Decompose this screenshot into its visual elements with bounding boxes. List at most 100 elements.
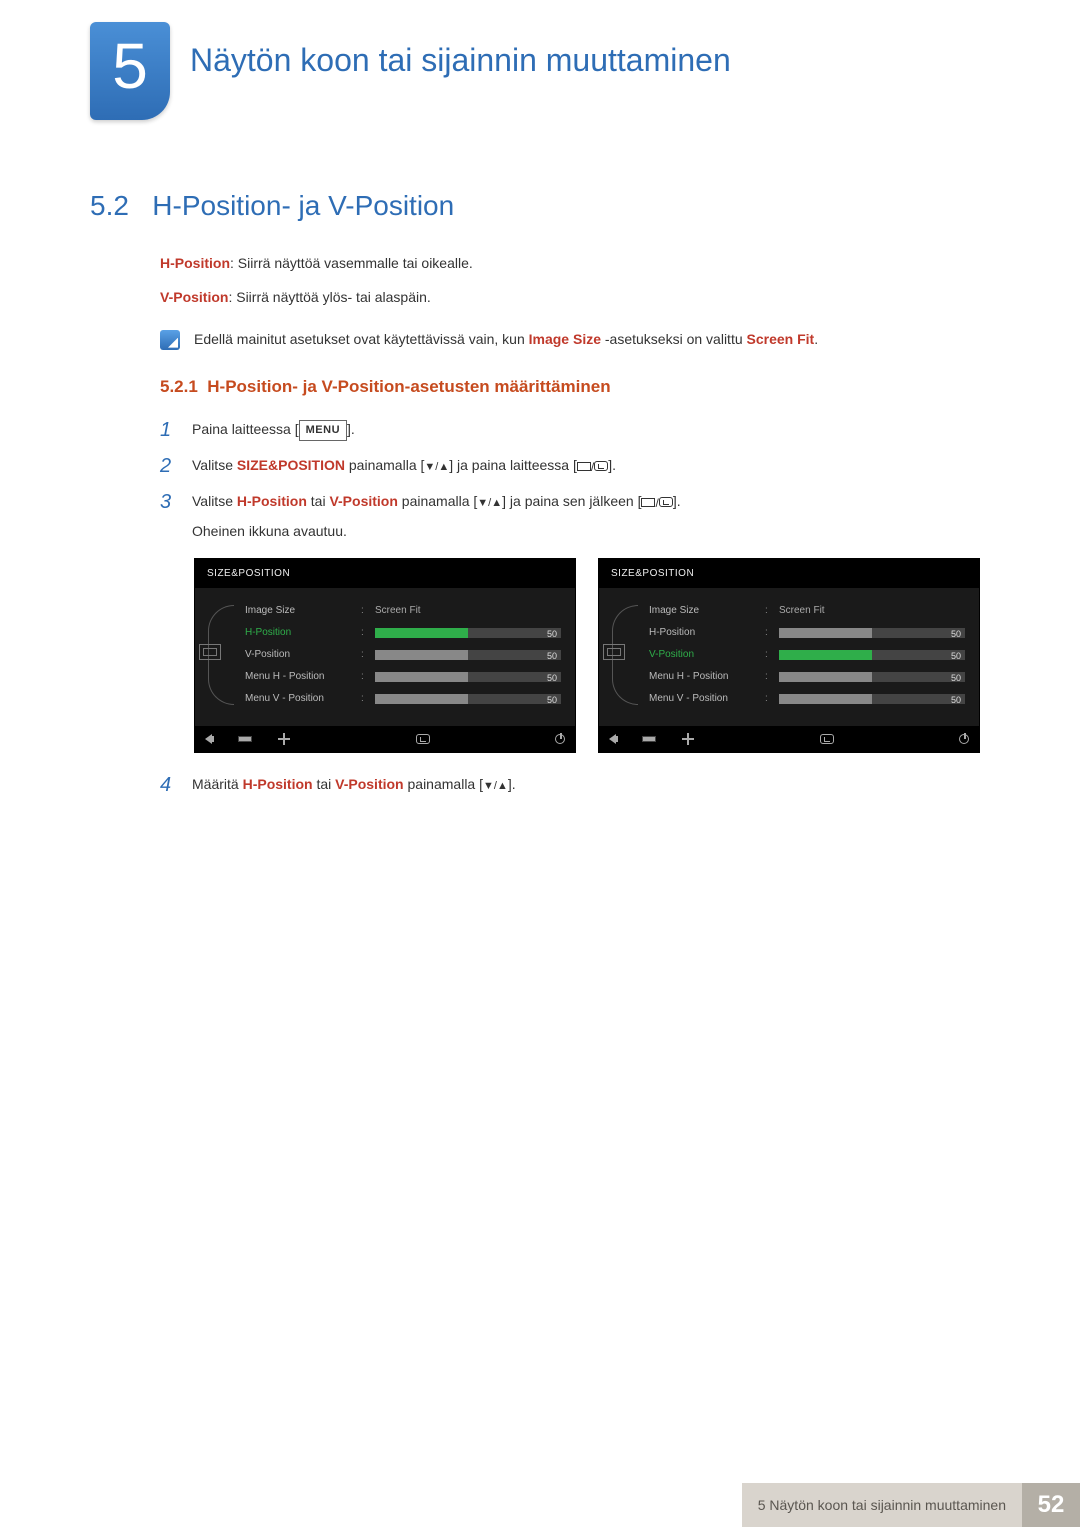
step-number: 1 xyxy=(160,418,178,442)
osd-colon: : xyxy=(765,690,773,707)
step3-mid2: ] ja paina sen jälkeen [ xyxy=(502,493,641,509)
page: 5 Näytön koon tai sijainnin muuttaminen … xyxy=(0,0,1080,1527)
step2-mid: painamalla [ xyxy=(345,457,424,473)
step2-mid2: ] ja paina laitteessa [ xyxy=(449,457,577,473)
osd-item-label: Image Size xyxy=(245,602,355,619)
osd-title: SIZE&POSITION xyxy=(599,559,979,588)
minus-icon[interactable] xyxy=(238,736,252,742)
note-text: Edellä mainitut asetukset ovat käytettäv… xyxy=(194,328,818,352)
osd-section-icon xyxy=(603,644,625,660)
osd-item-label: Menu H - Position xyxy=(649,668,759,685)
osd-menu-item[interactable]: H-Position:50 xyxy=(649,622,965,644)
osd-colon: : xyxy=(765,624,773,641)
section-number: 5.2 xyxy=(90,190,129,221)
step2-size-position: SIZE&POSITION xyxy=(237,457,345,473)
osd-colon: : xyxy=(765,646,773,663)
section-heading: 5.2 H-Position- ja V-Position xyxy=(90,190,454,222)
step-2: 2 Valitse SIZE&POSITION painamalla [▼/▲]… xyxy=(160,454,980,478)
step3-hposition: H-Position xyxy=(237,493,307,509)
osd-colon: : xyxy=(361,668,369,685)
osd-colon: : xyxy=(361,690,369,707)
step1-pre: Paina laitteessa [ xyxy=(192,421,299,437)
osd-item-label: V-Position xyxy=(649,646,759,663)
osd-slider-value: 50 xyxy=(951,627,961,642)
step3-post: ]. xyxy=(673,493,681,509)
hposition-definition: H-Position: Siirrä näyttöä vasemmalle ta… xyxy=(160,252,980,276)
osd-footer xyxy=(195,726,575,752)
osd-slider[interactable]: 50 xyxy=(779,628,965,638)
step1-post: ]. xyxy=(347,421,355,437)
osd-slider[interactable]: 50 xyxy=(375,650,561,660)
step2-post: ]. xyxy=(608,457,616,473)
subsection-heading: 5.2.1 H-Position- ja V-Position-asetuste… xyxy=(160,373,980,402)
osd-slider[interactable]: 50 xyxy=(779,650,965,660)
step-body: Paina laitteessa [MENU]. xyxy=(192,418,980,442)
osd-menu-item[interactable]: Menu H - Position:50 xyxy=(245,666,561,688)
note-post: . xyxy=(814,331,818,347)
step-body: Valitse H-Position tai V-Position painam… xyxy=(192,490,980,544)
step4-mid: painamalla [ xyxy=(404,776,483,792)
back-icon[interactable] xyxy=(609,734,616,744)
footer-page-number: 52 xyxy=(1022,1483,1080,1527)
osd-item-label: Menu H - Position xyxy=(245,668,355,685)
osd-menu-item[interactable]: H-Position:50 xyxy=(245,622,561,644)
osd-slider-value: 50 xyxy=(951,649,961,664)
power-icon[interactable] xyxy=(555,734,565,744)
source-icon[interactable] xyxy=(820,734,834,744)
back-icon[interactable] xyxy=(205,734,212,744)
osd-item-label: Image Size xyxy=(649,602,759,619)
step-number: 2 xyxy=(160,454,178,478)
osd-section-icon xyxy=(199,644,221,660)
minus-icon[interactable] xyxy=(642,736,656,742)
osd-slider[interactable]: 50 xyxy=(375,694,561,704)
osd-menu-item[interactable]: V-Position:50 xyxy=(245,644,561,666)
step4-or: tai xyxy=(313,776,336,792)
osd-menu-item[interactable]: Menu V - Position:50 xyxy=(245,688,561,710)
chapter-title: Näytön koon tai sijainnin muuttaminen xyxy=(190,42,731,79)
step3-vposition: V-Position xyxy=(329,493,397,509)
osd-right-panel: SIZE&POSITIONImage Size:Screen FitH-Posi… xyxy=(598,558,980,753)
osd-menu-item[interactable]: Image Size:Screen Fit xyxy=(649,600,965,622)
step2-pre: Valitse xyxy=(192,457,237,473)
osd-slider[interactable]: 50 xyxy=(375,672,561,682)
osd-slider-value: 50 xyxy=(951,671,961,686)
power-icon[interactable] xyxy=(959,734,969,744)
osd-title: SIZE&POSITION xyxy=(195,559,575,588)
osd-slider[interactable]: 50 xyxy=(779,672,965,682)
note-icon xyxy=(160,330,180,350)
osd-colon: : xyxy=(361,646,369,663)
osd-item-label: V-Position xyxy=(245,646,355,663)
plus-icon[interactable] xyxy=(278,733,290,745)
subsection-title: H-Position- ja V-Position-asetusten määr… xyxy=(207,377,610,396)
step-number: 3 xyxy=(160,490,178,514)
step3-or: tai xyxy=(307,493,330,509)
osd-slider-value: 50 xyxy=(951,693,961,708)
down-up-arrows-icon: ▼/▲ xyxy=(477,494,502,513)
osd-colon: : xyxy=(361,602,369,619)
osd-item-label: H-Position xyxy=(245,624,355,641)
note-pre: Edellä mainitut asetukset ovat käytettäv… xyxy=(194,331,529,347)
osd-slider[interactable]: 50 xyxy=(375,628,561,638)
step-body: Määritä H-Position tai V-Position painam… xyxy=(192,773,980,797)
source-icon[interactable] xyxy=(416,734,430,744)
osd-slider-value: 50 xyxy=(547,693,557,708)
osd-menu-item[interactable]: Menu V - Position:50 xyxy=(649,688,965,710)
down-up-arrows-icon: ▼/▲ xyxy=(483,777,508,796)
osd-menu-item[interactable]: Image Size: Screen Fit xyxy=(245,600,561,622)
plus-icon[interactable] xyxy=(682,733,694,745)
content-area: H-Position: Siirrä näyttöä vasemmalle ta… xyxy=(160,252,980,809)
note: Edellä mainitut asetukset ovat käytettäv… xyxy=(160,328,980,352)
osd-item-label: H-Position xyxy=(649,624,759,641)
source-enter-icon: / xyxy=(577,457,608,477)
osd-menu-item[interactable]: Menu H - Position:50 xyxy=(649,666,965,688)
osd-slider[interactable]: 50 xyxy=(779,694,965,704)
source-enter-icon: / xyxy=(641,493,672,513)
step3-line2: Oheinen ikkuna avautuu. xyxy=(192,520,980,544)
vposition-term: V-Position xyxy=(160,289,228,305)
osd-item-value: Screen Fit xyxy=(375,602,421,619)
note-mid: -asetukseksi on valittu xyxy=(601,331,747,347)
osd-menu-item[interactable]: V-Position:50 xyxy=(649,644,965,666)
step-1: 1 Paina laitteessa [MENU]. xyxy=(160,418,980,442)
down-up-arrows-icon: ▼/▲ xyxy=(424,458,449,477)
step-3: 3 Valitse H-Position tai V-Position pain… xyxy=(160,490,980,544)
